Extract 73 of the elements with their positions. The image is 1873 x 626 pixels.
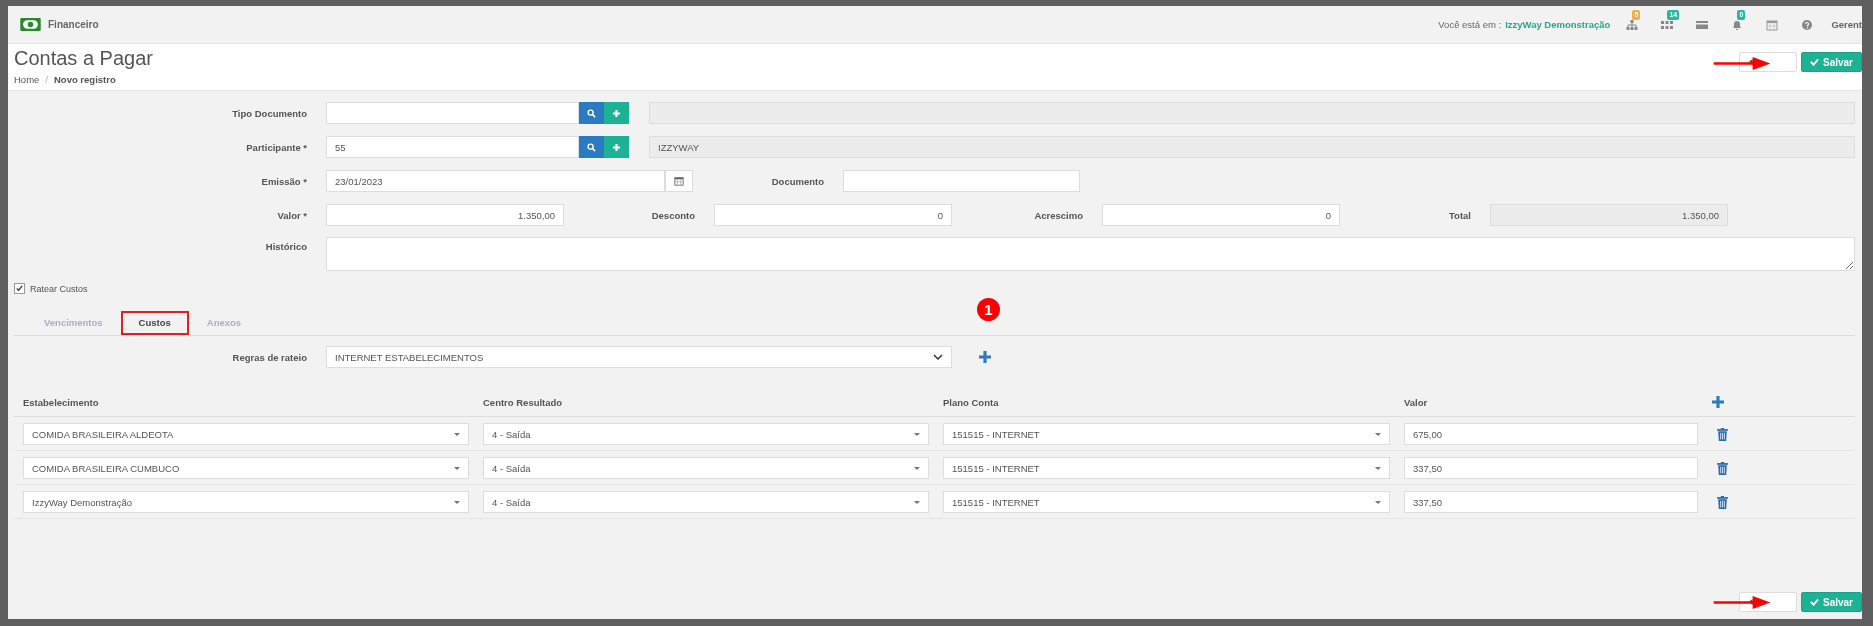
select-field[interactable]: 4 - Saída (483, 457, 929, 479)
field-label: Acrescimo (1033, 209, 1084, 221)
checkbox[interactable] (14, 283, 25, 294)
select-field[interactable]: COMIDA BRASILEIRA CUMBUCO (23, 457, 469, 479)
tab[interactable]: Custos (120, 310, 189, 335)
calendar-button[interactable] (665, 170, 693, 192)
calendar-icon[interactable] (1766, 18, 1779, 31)
amount-field[interactable]: 337,50 (1404, 491, 1698, 513)
select-field[interactable]: IzzyWay Demonstração (23, 491, 469, 513)
select-field[interactable]: 4 - Saída (483, 423, 929, 445)
add-button[interactable] (604, 136, 629, 158)
field-label: Participante * (245, 141, 308, 153)
check-icon (1809, 598, 1819, 606)
breadcrumb-link[interactable]: Home (14, 74, 40, 85)
input-field[interactable] (843, 170, 1080, 192)
select-field[interactable]: 151515 - INTERNET (943, 457, 1390, 479)
field-label: Tipo Documento (231, 107, 308, 119)
page-title: Contas a Pagar (14, 47, 153, 70)
field-label: Documento (770, 175, 825, 187)
calendar-icon (674, 176, 684, 186)
amount-field[interactable]: 0 (1102, 204, 1340, 226)
notes-field[interactable] (326, 237, 1855, 271)
field-label: Valor * (276, 209, 308, 221)
help-icon[interactable] (1801, 18, 1814, 31)
select-field[interactable]: 4 - Saída (483, 491, 929, 513)
delete-icon[interactable] (1717, 461, 1728, 475)
description-field[interactable]: IZZYWAY (649, 136, 1855, 158)
column-header: Estabelecimento (23, 396, 100, 408)
sitemap-icon[interactable] (1626, 18, 1639, 31)
location-label: Você está em : (1438, 19, 1502, 30)
add-icon[interactable] (979, 351, 991, 363)
add-button[interactable] (604, 102, 629, 124)
field-label: Regras de rateio (231, 351, 308, 363)
breadcrumb-current: Novo registro (54, 74, 116, 85)
column-header: Valor (1404, 396, 1429, 408)
column-header: Centro Resultado (483, 396, 564, 408)
user-name[interactable]: Gerent (1831, 19, 1862, 30)
amount-field[interactable]: 1.350,00 (326, 204, 564, 226)
delete-icon[interactable] (1717, 495, 1728, 509)
grid-icon[interactable] (1661, 18, 1674, 31)
date-field[interactable]: 23/01/2023 (326, 170, 665, 192)
search-button[interactable] (579, 136, 604, 158)
breadcrumb-separator: / (45, 74, 48, 85)
field-label: Emissão * (260, 175, 308, 187)
input-field[interactable]: 55 (326, 136, 579, 158)
amount-field[interactable]: 675,00 (1404, 423, 1698, 445)
select-field[interactable]: INTERNET ESTABELECIMENTOS (326, 346, 952, 368)
chevron-icon (933, 354, 943, 360)
checkbox-label: Ratear Custos (30, 283, 88, 294)
money-icon (20, 18, 41, 31)
field-label: Total (1448, 209, 1472, 221)
amount-field[interactable]: 337,50 (1404, 457, 1698, 479)
select-field[interactable]: COMIDA BRASILEIRA ALDEOTA (23, 423, 469, 445)
search-button[interactable] (579, 102, 604, 124)
column-header: Plano Conta (943, 396, 1000, 408)
search-icon (587, 108, 596, 118)
plus-icon (612, 108, 621, 118)
field-label: Histórico (264, 240, 308, 252)
search-icon (587, 142, 596, 152)
bell-icon[interactable] (1731, 18, 1744, 31)
field-label: Desconto (650, 209, 696, 221)
app-name: Financeiro (48, 19, 99, 30)
card-icon[interactable] (1696, 18, 1709, 31)
select-field[interactable]: 151515 - INTERNET (943, 491, 1390, 513)
add-icon[interactable] (1712, 396, 1724, 408)
plus-icon (612, 142, 621, 152)
check-icon (1809, 58, 1819, 66)
step-badge: 1 (977, 298, 1000, 321)
input-field[interactable] (326, 102, 579, 124)
total-field[interactable]: 1.350,00 (1490, 204, 1728, 226)
delete-icon[interactable] (1717, 427, 1728, 441)
select-field[interactable]: 151515 - INTERNET (943, 423, 1390, 445)
amount-field[interactable]: 0 (714, 204, 952, 226)
